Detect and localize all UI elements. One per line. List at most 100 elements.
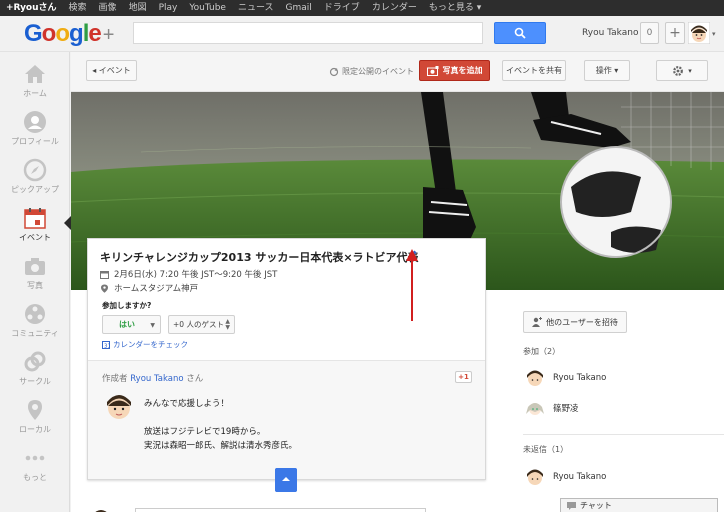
back-to-events-button[interactable]: ◂ イベント: [86, 60, 137, 81]
limited-visibility-text: 限定公開のイベント: [342, 67, 414, 76]
nav-label-home: ホーム: [23, 89, 47, 98]
add-photo-label: 写真を追加: [442, 66, 483, 75]
topbar-images-link[interactable]: 画像: [93, 0, 123, 16]
attendee-row[interactable]: Ryou Takano: [525, 368, 606, 388]
guest-count-stepper[interactable]: +0 人のゲスト ▲ ▼: [168, 315, 235, 334]
nav-label-profile: プロフィール: [11, 137, 59, 146]
event-date: 2月6日(水) 7:20 午後 JST～9:20 午後 JST: [114, 270, 278, 280]
attending-heading: 参加（2）: [523, 347, 561, 356]
calendar-check-icon: 31: [102, 340, 110, 349]
post-line: [144, 411, 297, 425]
search-input[interactable]: [133, 22, 483, 44]
author-suffix: さん: [186, 374, 204, 384]
invite-others-button[interactable]: 他のユーザーを招待: [523, 311, 627, 333]
author-avatar[interactable]: [104, 391, 134, 421]
topbar-play-link[interactable]: Play: [153, 0, 184, 16]
nav-label-local: ローカル: [19, 425, 51, 434]
post-line: 放送はフジテレビで19時から。: [144, 427, 266, 437]
event-place[interactable]: ホームスタジアム神戸: [114, 282, 198, 294]
attend-question: 参加しますか?: [102, 301, 152, 310]
nav-item-pickup[interactable]: ピックアップ: [0, 152, 70, 200]
search-button[interactable]: [494, 22, 546, 44]
event-page: ◂ イベント 限定公開のイベント 写真を追加 イベントを共有 操作 ▾ ▾ キリ…: [71, 52, 724, 512]
settings-dropdown[interactable]: ▾: [656, 60, 708, 81]
expand-down-button[interactable]: [275, 468, 297, 492]
event-place-row: ホームスタジアム神戸: [100, 282, 198, 294]
topbar-calendar-link[interactable]: カレンダー: [366, 0, 423, 16]
event-date-row: 2月6日(水) 7:20 午後 JST～9:20 午後 JST: [100, 268, 277, 280]
stepper-arrows-icon: ▲ ▼: [225, 318, 230, 331]
google-top-bar: +Ryouさん 検索 画像 地図 Play YouTube ニュース Gmail…: [0, 0, 724, 16]
nav-label-circles: サークル: [19, 377, 51, 386]
nav-item-more[interactable]: もっと: [0, 440, 70, 488]
topbar-drive-link[interactable]: ドライブ: [318, 0, 366, 16]
unreplied-avatar: [527, 469, 543, 485]
rsvp-yes-label: はい: [119, 320, 135, 329]
nav-item-circles[interactable]: サークル: [0, 344, 70, 392]
logo-plus: +: [102, 24, 115, 46]
plus-one-button[interactable]: +1: [455, 371, 472, 383]
author-prefix: 作成者: [102, 374, 128, 384]
search-icon: [514, 27, 526, 39]
nav-item-photos[interactable]: 写真: [0, 248, 70, 296]
post-line: 実況は森昭一郎氏、解説は清水秀彦氏。: [144, 441, 298, 451]
topbar-youtube-link[interactable]: YouTube: [183, 0, 232, 16]
author-link[interactable]: Ryou Takano: [130, 374, 183, 384]
share-event-button[interactable]: イベントを共有: [502, 60, 566, 81]
unreplied-row[interactable]: Ryou Takano: [525, 467, 606, 487]
share-plus-button[interactable]: +: [665, 22, 685, 44]
event-details-card: キリンチャレンジカップ2013 サッカー日本代表×ラトビア代表 2月6日(水) …: [87, 238, 486, 480]
post-body: みんなで応援しよう！ 放送はフジテレビで19時から。 実況は森昭一郎氏、解説は清…: [144, 397, 297, 453]
calendar-small-icon: [100, 270, 109, 279]
chat-panel-tab[interactable]: チャット: [560, 498, 718, 512]
attendee-avatar: [526, 403, 544, 415]
topbar-news-link[interactable]: ニュース: [232, 0, 280, 16]
nav-item-profile[interactable]: プロフィール: [0, 104, 70, 152]
topbar-search-link[interactable]: 検索: [63, 0, 93, 16]
attendee-row[interactable]: 篠野凌: [525, 398, 579, 418]
notification-count-button[interactable]: 0: [640, 22, 659, 44]
chat-label: チャット: [580, 501, 612, 510]
event-description-post: 作成者 Ryou Takano さん +1 みんなで応援しよう！ 放送はフジテレ…: [88, 361, 485, 479]
nav-label-more: もっと: [23, 473, 47, 482]
nav-item-local[interactable]: ローカル: [0, 392, 70, 440]
user-avatar-icon[interactable]: [688, 22, 710, 44]
event-title: キリンチャレンジカップ2013 サッカー日本代表×ラトビア代表: [100, 251, 419, 264]
topbar-maps-link[interactable]: 地図: [123, 0, 153, 16]
rsvp-caret-icon: ▼: [150, 322, 155, 329]
add-person-icon: [532, 317, 543, 327]
unreplied-heading: 未返信（1）: [523, 445, 569, 454]
section-divider: [523, 434, 724, 435]
topbar-gmail-link[interactable]: Gmail: [280, 0, 318, 16]
gear-icon: [673, 65, 684, 76]
refresh-circle-icon: [329, 67, 339, 76]
chat-icon: [567, 501, 576, 510]
nav-label-photos: 写真: [27, 281, 43, 290]
topbar-profile-link[interactable]: +Ryouさん: [0, 0, 63, 16]
attendee-avatar: [527, 370, 543, 386]
header: Google + Ryou Takano 0 + ▾: [0, 16, 724, 52]
circles-icon: [24, 351, 46, 372]
rsvp-yes-dropdown[interactable]: はい ▼: [102, 315, 161, 334]
comment-input-box[interactable]: [135, 508, 426, 512]
attendee-name: Ryou Takano: [553, 373, 607, 383]
add-photo-button[interactable]: 写真を追加: [419, 60, 490, 81]
more-icon: [25, 455, 45, 461]
home-icon: [25, 65, 45, 83]
operations-dropdown[interactable]: 操作 ▾: [584, 60, 630, 81]
avatar-caret-icon[interactable]: ▾: [712, 30, 716, 38]
user-name[interactable]: Ryou Takano: [582, 28, 638, 38]
nav-item-events[interactable]: イベント: [0, 200, 71, 248]
attendee-name: 篠野凌: [553, 404, 579, 414]
author-line: 作成者 Ryou Takano さん: [102, 372, 203, 384]
nav-item-home[interactable]: ホーム: [0, 56, 70, 104]
map-pin-icon: [28, 400, 42, 420]
nav-item-community[interactable]: コミュニティ: [0, 296, 70, 344]
google-plus-logo[interactable]: Google +: [24, 20, 115, 48]
check-calendar-link[interactable]: 31 カレンダーをチェック: [102, 339, 188, 350]
compass-icon: [23, 158, 47, 182]
community-icon: [25, 304, 45, 324]
invite-label: 他のユーザーを招待: [546, 317, 618, 327]
topbar-more-link[interactable]: もっと見る ▾: [423, 0, 487, 16]
place-pin-icon: [101, 284, 108, 293]
